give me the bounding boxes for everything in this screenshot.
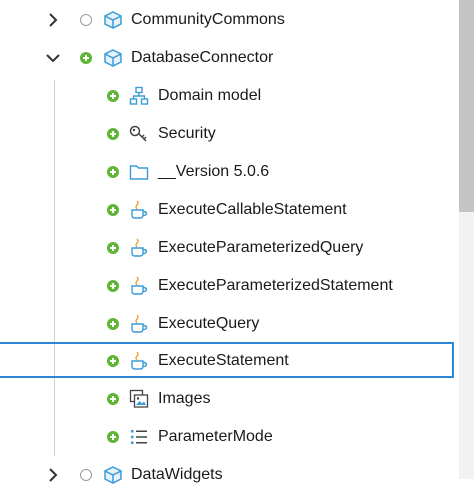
tree-item-label: Images <box>158 390 211 407</box>
tree-item-executestatement[interactable]: ExecuteStatement <box>0 342 456 380</box>
status-added-icon <box>80 52 92 64</box>
tree-item-label: __Version 5.0.6 <box>158 163 270 180</box>
status-added-icon <box>107 280 119 292</box>
tree-item-images[interactable]: Images <box>0 380 456 418</box>
java-action-icon <box>131 351 148 370</box>
chevron-down-icon[interactable] <box>44 49 62 67</box>
tree-item-label: ExecuteCallableStatement <box>158 201 347 218</box>
tree-item-executeparameterizedstatement[interactable]: ExecuteParameterizedStatement <box>0 267 456 305</box>
tree-item-label: Domain model <box>158 87 262 104</box>
tree-item-domain-model[interactable]: Domain model <box>0 77 456 115</box>
images-icon <box>129 389 149 408</box>
status-added-icon <box>107 431 119 443</box>
module-box-icon <box>104 11 122 29</box>
key-icon <box>129 125 147 142</box>
status-none-icon <box>80 469 92 481</box>
status-added-icon <box>107 204 119 216</box>
tree-item-label: DatabaseConnector <box>131 49 274 66</box>
tree-item-executeparameterizedquery[interactable]: ExecuteParameterizedQuery <box>0 229 456 267</box>
status-none-icon <box>80 14 92 26</box>
status-added-icon <box>107 318 119 330</box>
tree-item-datawidgets[interactable]: DataWidgets <box>0 456 456 494</box>
project-explorer-tree: CommunityCommons DatabaseConnector Domai… <box>0 0 474 484</box>
tree-item-version-folder[interactable]: __Version 5.0.6 <box>0 153 456 191</box>
status-added-icon <box>107 242 119 254</box>
module-box-icon <box>104 466 122 484</box>
tree-item-databaseconnector[interactable]: DatabaseConnector <box>0 39 456 77</box>
tree-item-executecallablestatement[interactable]: ExecuteCallableStatement <box>0 191 456 229</box>
tree-item-label: ParameterMode <box>158 428 273 445</box>
tree-item-label: DataWidgets <box>131 466 223 483</box>
status-added-icon <box>107 166 119 178</box>
java-action-icon <box>131 276 148 295</box>
tree-item-label: ExecuteQuery <box>158 315 260 332</box>
tree-item-label: CommunityCommons <box>131 11 285 28</box>
status-added-icon <box>107 393 119 405</box>
tree-item-executequery[interactable]: ExecuteQuery <box>0 305 456 343</box>
tree-item-parametermode[interactable]: ParameterMode <box>0 418 456 456</box>
status-added-icon <box>107 128 119 140</box>
tree-item-label: ExecuteStatement <box>158 352 289 369</box>
tree-item-label: ExecuteParameterizedStatement <box>158 277 393 294</box>
tree-item-label: Security <box>158 125 216 142</box>
module-box-icon <box>104 49 122 67</box>
chevron-right-icon[interactable] <box>44 11 62 29</box>
tree-item-label: ExecuteParameterizedQuery <box>158 239 364 256</box>
java-action-icon <box>131 200 148 219</box>
tree-item-communitycommons[interactable]: CommunityCommons <box>0 1 456 39</box>
chevron-right-icon[interactable] <box>44 466 62 484</box>
status-added-icon <box>107 90 119 102</box>
status-added-icon <box>107 355 119 367</box>
vertical-scrollbar-thumb[interactable] <box>459 0 474 212</box>
java-action-icon <box>131 314 148 333</box>
tree-item-security[interactable]: Security <box>0 115 456 153</box>
java-action-icon <box>131 238 148 257</box>
folder-icon <box>129 165 149 180</box>
domain-model-icon <box>129 86 149 105</box>
enumeration-icon <box>131 430 147 444</box>
